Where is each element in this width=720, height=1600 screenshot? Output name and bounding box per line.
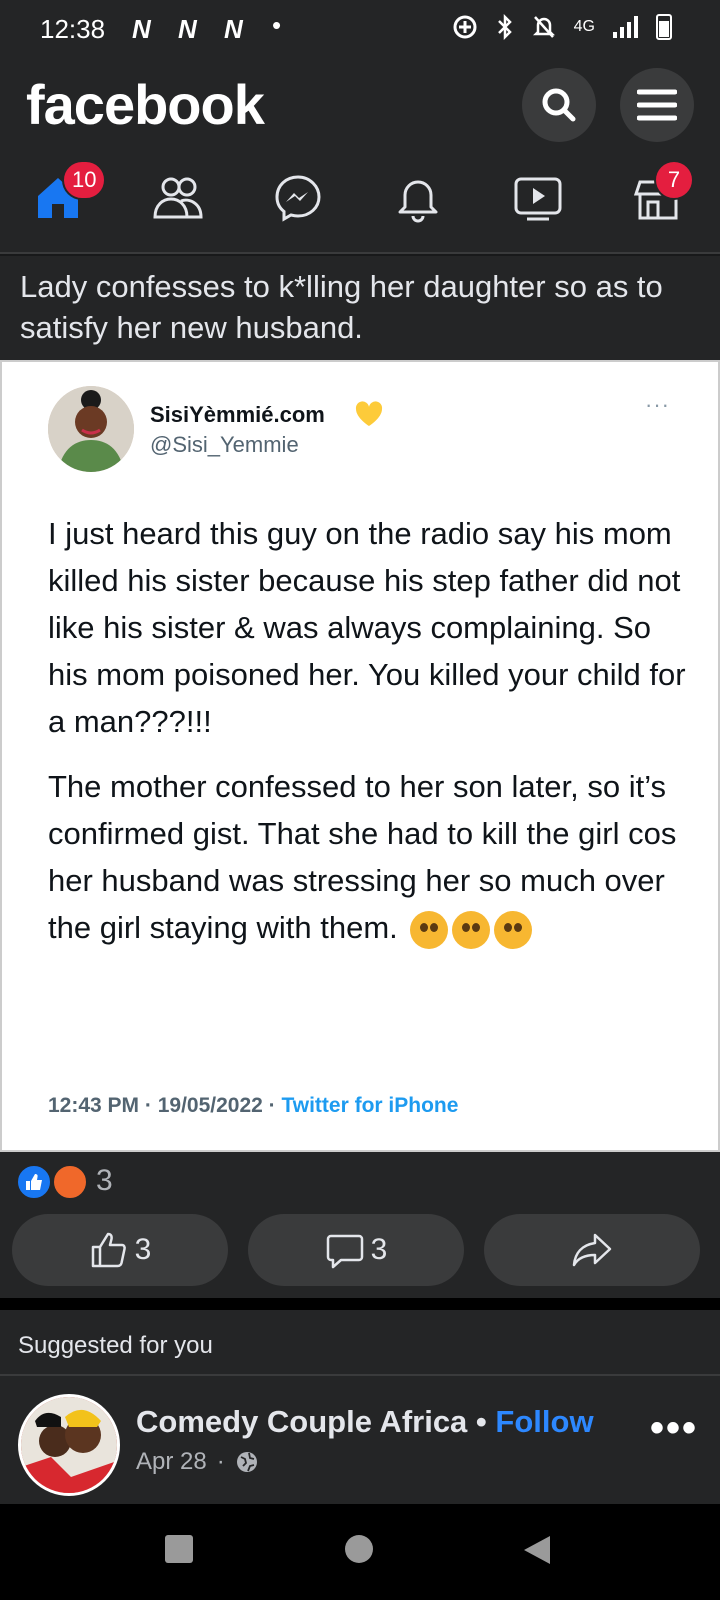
square-recents-icon <box>165 1535 193 1563</box>
suggested-post-header: Comedy Couple Africa • Follow Apr 28 · •… <box>0 1376 720 1504</box>
like-reaction-icon <box>16 1164 52 1200</box>
tweet-author-name: SisiYèmmié.com <box>150 402 325 427</box>
surprised-face-emoji-icon <box>452 910 491 949</box>
status-time: 12:38 <box>40 14 106 44</box>
tab-friends[interactable] <box>148 168 208 228</box>
network-type: 4G <box>573 18 595 35</box>
friends-icon <box>153 177 203 219</box>
bell-icon <box>398 180 438 223</box>
status-bar: 12:38 N N N • 4G <box>0 0 720 60</box>
share-icon <box>572 1233 612 1267</box>
system-navigation-bar <box>0 1504 720 1600</box>
search-icon <box>542 88 576 122</box>
like-button[interactable]: 3 <box>12 1214 228 1286</box>
like-count: 3 <box>134 1233 152 1266</box>
search-button[interactable] <box>522 68 596 142</box>
suggested-header: Suggested for you <box>0 1310 720 1376</box>
globe-icon <box>236 1452 257 1472</box>
back-button[interactable] <box>522 1534 552 1571</box>
tab-watch[interactable] <box>508 168 568 228</box>
tweet-avatar <box>48 386 134 472</box>
more-notifications-dot-icon: • <box>272 10 282 40</box>
home-badge: 10 <box>62 160 107 200</box>
name-separator: • <box>467 1404 496 1439</box>
more-options-icon[interactable]: ••• <box>650 1406 698 1451</box>
messenger-icon <box>275 175 321 222</box>
recents-button[interactable] <box>164 1534 194 1569</box>
post-text[interactable]: Lady confesses to k*lling her daughter s… <box>0 256 720 360</box>
hamburger-menu-icon <box>637 89 677 121</box>
home-system-button[interactable] <box>344 1534 374 1569</box>
data-saver-icon <box>453 15 477 39</box>
flushed-face-emoji-icon <box>410 910 449 949</box>
tweet-handle: @Sisi_Yemmie <box>150 432 299 457</box>
tab-bar: 10 7 <box>0 150 720 254</box>
astonished-face-emoji-icon <box>494 910 533 949</box>
yellow-heart-icon <box>355 401 383 426</box>
page-name-line: Comedy Couple Africa • Follow <box>136 1404 594 1440</box>
tab-notifications[interactable] <box>388 168 448 228</box>
menu-button[interactable] <box>620 68 694 142</box>
comment-count: 3 <box>370 1233 388 1266</box>
post-actions: 3 3 <box>0 1206 720 1298</box>
tab-messenger[interactable] <box>268 168 328 228</box>
comment-button[interactable]: 3 <box>248 1214 464 1286</box>
battery-icon <box>656 14 672 40</box>
feed-divider <box>0 1298 720 1310</box>
signal-icon <box>613 16 638 38</box>
reactions-summary[interactable]: 3 <box>0 1152 720 1206</box>
tweet-meta: 12:43 PM · 19/05/2022 · Twitter for iPho… <box>48 1094 458 1118</box>
comment-icon <box>326 1234 363 1269</box>
page-name[interactable]: Comedy Couple Africa <box>136 1404 467 1439</box>
tweet-more-icon: ··· <box>645 392 670 417</box>
tweet-paragraph-1: I just heard this guy on the radio say h… <box>48 516 686 739</box>
angry-reaction-icon <box>52 1164 88 1200</box>
facebook-logo: facebook <box>26 73 265 136</box>
status-icons: 4G <box>452 14 672 40</box>
follow-button[interactable]: Follow <box>495 1404 593 1439</box>
tweet-body: I just heard this guy on the radio say h… <box>48 510 688 969</box>
circle-home-icon <box>345 1535 373 1563</box>
notification-n-icons: N N N <box>132 14 253 44</box>
marketplace-badge: 7 <box>654 160 694 200</box>
tweet-paragraph-2-text: The mother confessed to her son later, s… <box>48 769 677 945</box>
reaction-count: 3 <box>96 1164 113 1197</box>
thumbs-up-icon <box>91 1232 126 1268</box>
video-icon <box>514 177 562 221</box>
date-separator: · <box>216 1448 225 1475</box>
app-header: facebook <box>0 60 720 150</box>
tweet-source: Twitter for iPhone <box>281 1094 459 1117</box>
tweet-timestamp: 12:43 PM · 19/05/2022 · <box>48 1094 282 1117</box>
post-date[interactable]: Apr 28 <box>136 1448 207 1476</box>
post-date-line: Apr 28 · <box>136 1448 259 1476</box>
post-image-tweet-screenshot[interactable]: SisiYèmmié.com @Sisi_Yemmie ··· I just h… <box>0 360 720 1152</box>
page-avatar[interactable] <box>18 1394 120 1496</box>
share-button[interactable] <box>484 1214 700 1286</box>
tweet-paragraph-2: The mother confessed to her son later, s… <box>48 763 688 951</box>
bluetooth-icon <box>497 14 512 40</box>
triangle-back-icon <box>524 1536 550 1564</box>
notifications-off-icon <box>532 16 555 38</box>
